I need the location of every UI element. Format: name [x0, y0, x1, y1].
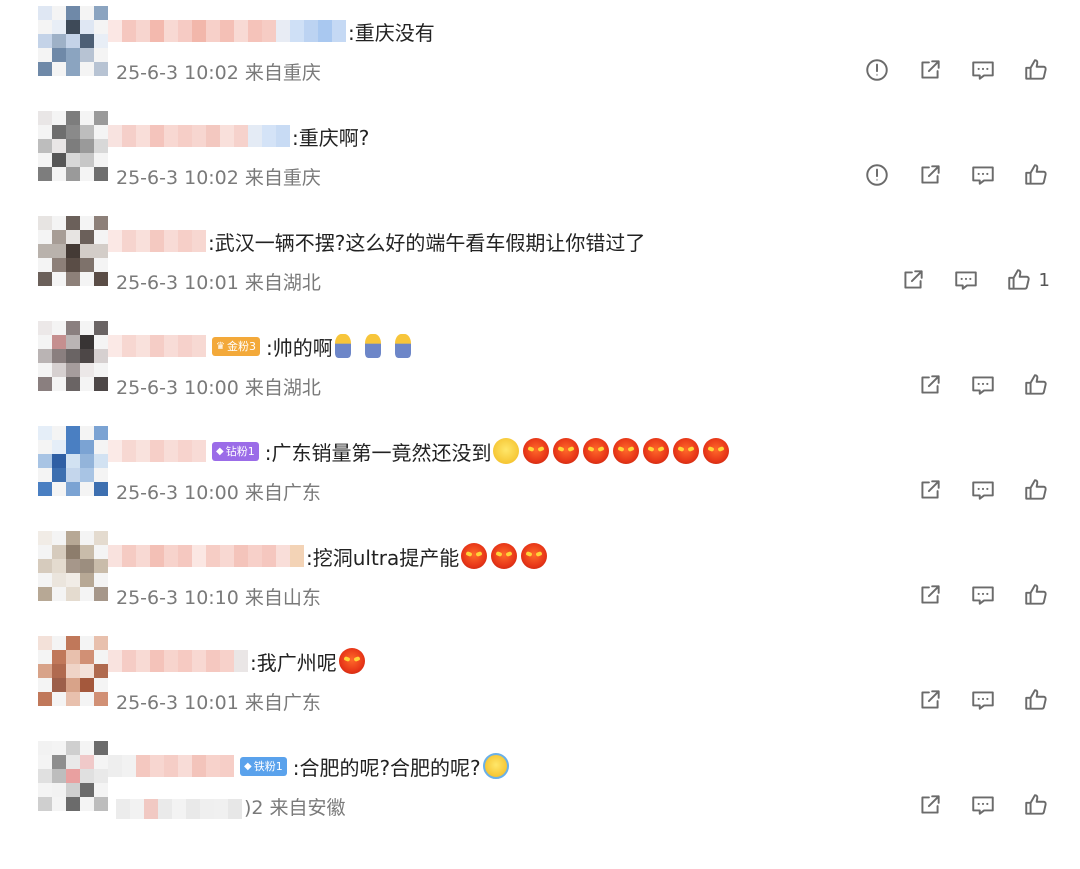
reply-icon[interactable] — [969, 371, 997, 399]
share-icon[interactable] — [916, 56, 944, 84]
username-redacted[interactable] — [108, 20, 346, 42]
angry-emoji — [643, 438, 670, 464]
reply-icon[interactable] — [969, 161, 997, 189]
comment-text: :重庆啊? — [292, 125, 370, 150]
badge-label: 金粉3 — [226, 340, 256, 353]
angry-emoji — [491, 543, 518, 569]
angry-emoji — [521, 543, 548, 569]
comment-item: ◆ 铁粉1:合肥的呢?合肥的呢?)2 来自安徽 — [0, 735, 1080, 840]
person-emoji — [364, 334, 381, 358]
reply-icon[interactable] — [969, 791, 997, 819]
comment-feed: :重庆没有 25-6-3 10:02 来自重庆 :重庆啊? 25-6-3 10:02 … — [0, 0, 1080, 869]
angry-emoji — [461, 543, 488, 569]
comment-text: :广东销量第一竟然还没到 — [264, 440, 492, 465]
username-redacted[interactable] — [108, 755, 234, 777]
badge-icon: ◆ — [244, 760, 252, 772]
fan-badge: ◆ 钻粉1 — [212, 441, 259, 461]
like-icon[interactable] — [1022, 581, 1050, 609]
comment-meta: )2 来自安徽 — [244, 797, 346, 819]
comment-meta: 25-6-3 10:01 来自广东 — [116, 692, 321, 714]
angry-emoji — [673, 438, 700, 464]
username-redacted[interactable] — [108, 230, 206, 252]
avatar[interactable] — [38, 636, 108, 706]
report-icon[interactable] — [863, 56, 891, 84]
like-icon[interactable] — [1022, 686, 1050, 714]
share-icon[interactable] — [916, 791, 944, 819]
angry-emoji — [523, 438, 550, 464]
username-redacted[interactable] — [108, 545, 304, 567]
like-icon[interactable] — [1022, 476, 1050, 504]
comment-item: ♛ 金粉3:帅的啊 25-6-3 10:00 来自湖北 — [0, 315, 1080, 420]
comment-text: :帅的啊 — [265, 335, 333, 360]
like-icon[interactable] — [1022, 56, 1050, 84]
comment-text: :我广州呢 — [250, 650, 337, 675]
fan-badge: ♛ 金粉3 — [212, 336, 260, 356]
angry-emoji — [583, 438, 610, 464]
comment-meta: 25-6-3 10:10 来自山东 — [116, 587, 321, 609]
reply-icon[interactable] — [952, 266, 980, 294]
like-icon[interactable] — [1022, 791, 1050, 819]
comment-text: :重庆没有 — [348, 20, 435, 45]
badge-icon: ◆ — [216, 445, 224, 457]
comment-item: ◆ 钻粉1:广东销量第一竟然还没到 25-6-3 10:00 来自广东 — [0, 420, 1080, 525]
avatar[interactable] — [38, 216, 108, 286]
fan-badge: ◆ 铁粉1 — [240, 756, 287, 776]
username-redacted[interactable] — [108, 335, 206, 357]
report-icon[interactable] — [863, 161, 891, 189]
comment-meta: 25-6-3 10:02 来自重庆 — [116, 62, 321, 84]
share-icon[interactable] — [916, 476, 944, 504]
comment-meta: 25-6-3 10:00 来自湖北 — [116, 377, 321, 399]
comment-item: :挖洞ultra提产能 25-6-3 10:10 来自山东 — [0, 525, 1080, 630]
comment-item: :重庆啊? 25-6-3 10:02 来自重庆 — [0, 105, 1080, 210]
reply-icon[interactable] — [969, 581, 997, 609]
username-redacted[interactable] — [108, 440, 206, 462]
reply-icon[interactable] — [969, 476, 997, 504]
username-redacted[interactable] — [108, 650, 248, 672]
badge-icon: ♛ — [216, 340, 225, 352]
share-icon[interactable] — [916, 161, 944, 189]
comment-item: :武汉一辆不摆?这么好的端午看车假期让你错过了 25-6-3 10:01 来自湖北… — [0, 210, 1080, 315]
comment-meta: 25-6-3 10:02 来自重庆 — [116, 167, 321, 189]
angry-emoji — [703, 438, 730, 464]
angry-emoji — [338, 648, 365, 674]
avatar[interactable] — [38, 741, 108, 811]
comment-meta: 25-6-3 10:01 来自湖北 — [116, 272, 321, 294]
like-icon[interactable] — [1005, 266, 1033, 294]
avatar[interactable] — [38, 6, 108, 76]
reply-icon[interactable] — [969, 56, 997, 84]
badge-label: 钻粉1 — [225, 445, 255, 458]
share-icon[interactable] — [899, 266, 927, 294]
reply-icon[interactable] — [969, 686, 997, 714]
person-emoji — [334, 334, 351, 358]
comment-text: :合肥的呢?合肥的呢? — [292, 755, 481, 780]
angry-emoji — [553, 438, 580, 464]
comment-item: :重庆没有 25-6-3 10:02 来自重庆 — [0, 0, 1080, 105]
comment-text: :武汉一辆不摆?这么好的端午看车假期让你错过了 — [208, 230, 646, 255]
avatar[interactable] — [38, 321, 108, 391]
share-icon[interactable] — [916, 581, 944, 609]
laughing-emoji — [482, 753, 509, 779]
avatar[interactable] — [38, 426, 108, 496]
badge-label: 铁粉1 — [253, 760, 283, 773]
like-count: 1 — [1038, 269, 1050, 291]
comment-meta: 25-6-3 10:00 来自广东 — [116, 482, 321, 504]
avatar[interactable] — [38, 531, 108, 601]
timestamp-redacted — [116, 798, 242, 819]
like-icon[interactable] — [1022, 161, 1050, 189]
username-redacted[interactable] — [108, 125, 290, 147]
person-emoji — [394, 334, 411, 358]
like-icon[interactable] — [1022, 371, 1050, 399]
share-icon[interactable] — [916, 371, 944, 399]
angry-emoji — [613, 438, 640, 464]
comment-text: :挖洞ultra提产能 — [306, 545, 460, 570]
share-icon[interactable] — [916, 686, 944, 714]
comment-item: :我广州呢 25-6-3 10:01 来自广东 — [0, 630, 1080, 735]
thinking-emoji — [493, 438, 520, 464]
avatar[interactable] — [38, 111, 108, 181]
